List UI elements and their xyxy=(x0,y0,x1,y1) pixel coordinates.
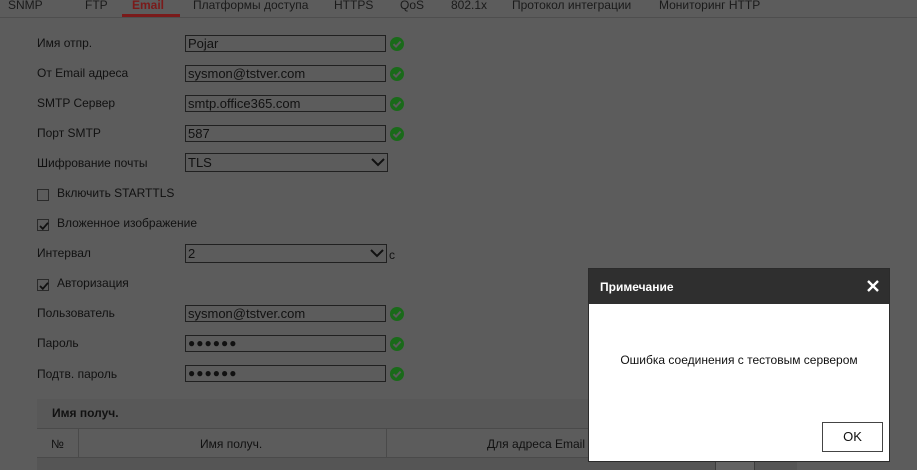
encryption-select[interactable]: TLS xyxy=(185,153,388,172)
valid-check-icon xyxy=(390,97,404,111)
attach-image-label: Вложенное изображение xyxy=(57,216,197,230)
auth-checkbox[interactable] xyxy=(37,279,49,291)
smtp-port-label: Порт SMTP xyxy=(37,126,101,140)
valid-check-icon xyxy=(390,37,404,51)
tab-qos[interactable]: QoS xyxy=(400,0,424,12)
sender-email-label: От Email адреса xyxy=(37,66,129,80)
dialog-message: Ошибка соединения с тестовым сервером xyxy=(620,353,858,367)
valid-check-icon xyxy=(390,307,404,321)
ok-button[interactable]: OK xyxy=(822,422,883,452)
tab-snmp[interactable]: SNMP xyxy=(8,0,43,12)
tab-https[interactable]: HTTPS xyxy=(334,0,373,12)
interval-label: Интервал xyxy=(37,246,91,260)
valid-check-icon xyxy=(390,337,404,351)
col-number: № xyxy=(51,437,64,451)
dialog-header: Примечание xyxy=(589,269,889,304)
chevron-down-icon xyxy=(371,158,385,167)
tab-8021x[interactable]: 802.1x xyxy=(451,0,487,12)
smtp-server-input[interactable]: smtp.office365.com xyxy=(185,95,386,112)
interval-unit: с xyxy=(389,248,395,262)
checkmark-icon xyxy=(39,282,49,291)
interval-select[interactable]: 2 xyxy=(185,244,387,263)
auth-label: Авторизация xyxy=(57,276,129,290)
checkmark-icon xyxy=(39,222,49,231)
interval-value: 2 xyxy=(188,246,196,261)
tab-integration-protocol[interactable]: Протокол интеграции xyxy=(512,0,631,12)
col-recipient-name: Имя получ. xyxy=(200,437,263,451)
close-icon[interactable] xyxy=(866,279,880,293)
smtp-port-input[interactable]: 587 xyxy=(185,125,386,142)
tab-http-monitoring[interactable]: Мониторинг HTTP xyxy=(659,0,760,12)
notice-dialog: Примечание Ошибка соединения с тестовым … xyxy=(588,268,890,462)
tab-bar: SNMP FTP Email Платформы доступа HTTPS Q… xyxy=(0,0,917,17)
tab-email[interactable]: Email xyxy=(132,0,164,12)
encryption-value: TLS xyxy=(188,155,212,170)
chevron-down-icon xyxy=(370,249,384,258)
starttls-label: Включить STARTTLS xyxy=(57,186,175,200)
confirm-password-input[interactable]: ●●●●●● xyxy=(185,365,386,382)
user-label: Пользователь xyxy=(37,306,115,320)
sender-name-input[interactable]: Pojar xyxy=(185,35,386,52)
password-input[interactable]: ●●●●●● xyxy=(185,335,386,352)
sender-name-label: Имя отпр. xyxy=(37,36,93,50)
smtp-server-label: SMTP Сервер xyxy=(37,96,116,110)
tab-divider xyxy=(0,17,917,18)
encryption-label: Шифрование почты xyxy=(37,156,148,170)
attach-image-checkbox[interactable] xyxy=(37,219,49,231)
confirm-password-label: Подтв. пароль xyxy=(37,367,118,381)
col-recipient-email: Для адреса Email xyxy=(487,437,585,451)
valid-check-icon xyxy=(390,367,404,381)
recipients-title: Имя получ. xyxy=(52,406,119,420)
user-input[interactable]: sysmon@tstver.com xyxy=(185,305,386,322)
starttls-checkbox[interactable] xyxy=(37,189,49,201)
valid-check-icon xyxy=(390,127,404,141)
tab-access-platforms[interactable]: Платформы доступа xyxy=(193,0,308,12)
password-label: Пароль xyxy=(37,336,79,350)
tab-ftp[interactable]: FTP xyxy=(85,0,108,12)
dialog-title: Примечание xyxy=(600,280,674,294)
valid-check-icon xyxy=(390,67,404,81)
sender-email-input[interactable]: sysmon@tstver.com xyxy=(185,65,386,82)
